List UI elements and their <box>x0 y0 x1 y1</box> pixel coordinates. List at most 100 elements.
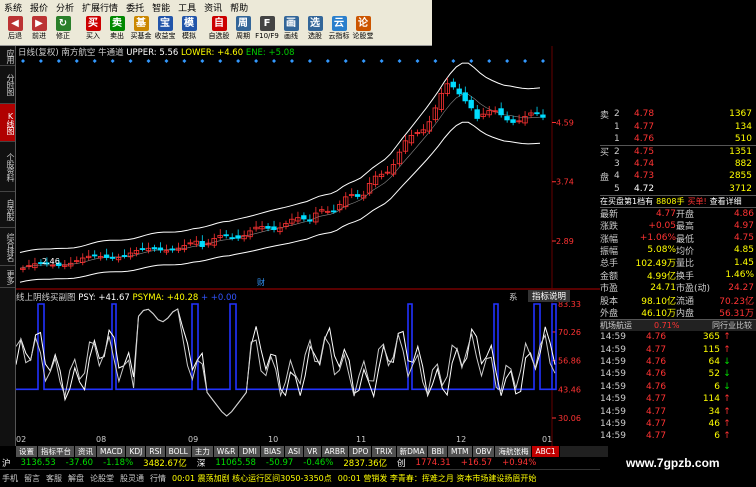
indicator-tab[interactable]: DMI <box>239 446 261 457</box>
quote-cell: 均价 <box>676 247 695 257</box>
menu-item[interactable]: 智能 <box>152 1 170 14</box>
toolbar-button-3[interactable]: 买买入 <box>82 16 104 41</box>
indicator-tab[interactable]: DPO <box>349 446 373 457</box>
index-name: 创 <box>397 459 406 469</box>
status-item[interactable]: 行情 <box>150 473 166 484</box>
candle-body <box>139 248 146 250</box>
status-item[interactable]: 00:01 营销发 李青春：挥难之月 资本市场建设扬眉开始 <box>338 473 537 484</box>
pending-detail-link[interactable]: 查看详细 <box>710 196 742 207</box>
menu-item[interactable]: 系统 <box>4 1 22 14</box>
profit-icon: 宝 <box>157 16 173 31</box>
toolbar-button-7[interactable]: 模模拟 <box>178 16 200 41</box>
indicator-help-button[interactable]: 指标说明 <box>528 290 571 302</box>
quote-cell: 4.75 <box>733 233 754 244</box>
toolbar-button-9[interactable]: 周周期 <box>232 16 254 41</box>
indicator-tab[interactable]: 设置 <box>16 446 38 457</box>
ene-value: ENE: +5.08 <box>245 48 295 58</box>
sidebar-tab-3[interactable]: 个股资料 <box>0 142 15 192</box>
sidebar-tab-5[interactable]: 综合排名 <box>0 228 15 266</box>
tick-price: 4.77 <box>646 406 667 417</box>
candle-body <box>331 210 337 213</box>
menu-item[interactable]: 工具 <box>178 1 196 14</box>
toolbar-label: 卖出 <box>110 32 124 40</box>
tick-volume: 6 <box>714 381 720 392</box>
index-change: -50.97 <box>265 458 294 468</box>
indicator-tab[interactable]: BIAS <box>260 446 286 457</box>
tick-time: 14:59 <box>600 431 626 442</box>
toolbar-button-6[interactable]: 宝收益宝 <box>154 16 176 41</box>
toolbar-button-5[interactable]: 基买基金 <box>130 16 152 41</box>
indicator-tab[interactable]: ASI <box>285 446 305 457</box>
status-item[interactable]: 00:01 震荡加剧 核心运行区间3050-3350点 <box>172 473 332 484</box>
status-item[interactable]: 手机 <box>2 473 18 484</box>
menu-item[interactable]: 委托 <box>126 1 144 14</box>
down-arrow-icon: ↓ <box>723 357 731 367</box>
indicator-tab[interactable]: 指标平台 <box>38 446 75 457</box>
tick-time: 14:59 <box>600 418 626 429</box>
indicator-tab[interactable]: 新DMA <box>396 446 429 457</box>
indicator-tab[interactable]: 主力 <box>191 446 214 457</box>
index-name: 深 <box>196 459 206 469</box>
finance-marker: 财 <box>257 277 265 287</box>
industry-compare-tab[interactable]: 同行业比较 <box>712 320 756 331</box>
tick-row: 14:59 4.77 6 ↑ <box>600 430 756 442</box>
toolbar-button-2[interactable]: ↻ 修正 <box>52 16 74 41</box>
indicator-tab[interactable]: ARBR <box>321 446 350 457</box>
indicator-tab[interactable]: 海航张梅 <box>495 446 533 457</box>
tick-price: 4.76 <box>646 357 667 367</box>
sidebar-tab-0[interactable]: 应用 <box>0 46 15 66</box>
toolbar-button-8[interactable]: 自自选股 <box>208 16 230 41</box>
indicator-tab[interactable]: BOLL <box>165 446 192 457</box>
candle-body <box>498 108 504 116</box>
toolbar: ◀ 后退 ▶ 前进 ↻ 修正买买入卖卖出基买基金宝收益宝模模拟自自选股周周期 F F10/F9… <box>0 14 432 46</box>
quote-cell: 4.85 <box>733 245 754 256</box>
toolbar-button-12[interactable]: 选选股 <box>304 16 326 41</box>
chart-area[interactable]: 4.59 3.74 2.89 2.46 财 83.33 70.26 56.86 43.46 30… <box>16 46 600 446</box>
toolbar-button-0[interactable]: ◀ 后退 <box>4 16 26 41</box>
orderbook-level: 3 <box>614 158 620 169</box>
sidebar-tab-6[interactable]: 更多 <box>0 266 15 288</box>
toolbar-button-10[interactable]: F F10/F9 <box>255 16 279 41</box>
toolbar-button-11[interactable]: 画画线 <box>280 16 302 41</box>
sub-chart-tab-left[interactable]: 系 <box>509 291 518 303</box>
sidebar-tab-1[interactable]: 分时图 <box>0 66 15 104</box>
status-item[interactable]: 股灵通 <box>120 473 144 484</box>
status-item[interactable]: 解盘 <box>68 473 84 484</box>
quote-cell: 涨幅 <box>600 234 619 245</box>
quote-cell: 46.10万 <box>641 308 676 319</box>
draw-icon: 画 <box>283 16 299 31</box>
sidebar-tab-4[interactable]: 自选股 <box>0 192 15 228</box>
indicator-tab[interactable]: OBV <box>472 446 496 457</box>
menu-item[interactable]: 报价 <box>30 1 48 14</box>
indicator-tab[interactable]: BBI <box>428 446 448 457</box>
toolbar-button-14[interactable]: 论论股堂 <box>352 16 374 41</box>
quote-cell: 102.49万 <box>635 259 677 270</box>
sidebar-tab-2[interactable]: K线图 <box>0 104 15 142</box>
indicator-tab[interactable]: ABC1 <box>532 446 560 457</box>
quote-row: 振幅 5.08% 均价 4.85 <box>600 244 756 257</box>
menu-item[interactable]: 资讯 <box>204 1 222 14</box>
menu-item[interactable]: 分析 <box>56 1 74 14</box>
pending-action: 买单! <box>687 196 707 206</box>
indicator-tab[interactable]: TRIX <box>372 446 397 457</box>
indicator-tab[interactable]: KDJ <box>126 446 147 457</box>
indicator-tab[interactable]: RSI <box>146 446 166 457</box>
menu-item[interactable]: 帮助 <box>230 1 248 14</box>
orderbook-side: 盘 <box>600 172 610 183</box>
status-item[interactable]: 客服 <box>46 473 62 484</box>
indicator-tab[interactable]: MTM <box>447 446 473 457</box>
watchlist-icon: 自 <box>211 16 227 31</box>
toolbar-button-13[interactable]: 云云指标 <box>328 16 350 41</box>
kline-chart[interactable]: 4.593.742.892.46财 83.3370.2656.8643.4630… <box>16 46 600 446</box>
status-item[interactable]: 论股堂 <box>90 473 114 484</box>
indicator-tab[interactable]: W&R <box>213 446 240 457</box>
toolbar-button-4[interactable]: 卖卖出 <box>106 16 128 41</box>
menu-item[interactable]: 扩展行情 <box>82 1 118 14</box>
indicator-tab[interactable]: 资讯 <box>75 446 97 457</box>
tick-price: 4.77 <box>646 394 667 405</box>
toolbar-button-1[interactable]: ▶ 前进 <box>28 16 50 41</box>
status-item[interactable]: 留言 <box>24 473 40 484</box>
indicator-tab[interactable]: VR <box>304 446 322 457</box>
tick-volume: 115 <box>702 344 720 355</box>
indicator-tab[interactable]: MACD <box>97 446 127 457</box>
